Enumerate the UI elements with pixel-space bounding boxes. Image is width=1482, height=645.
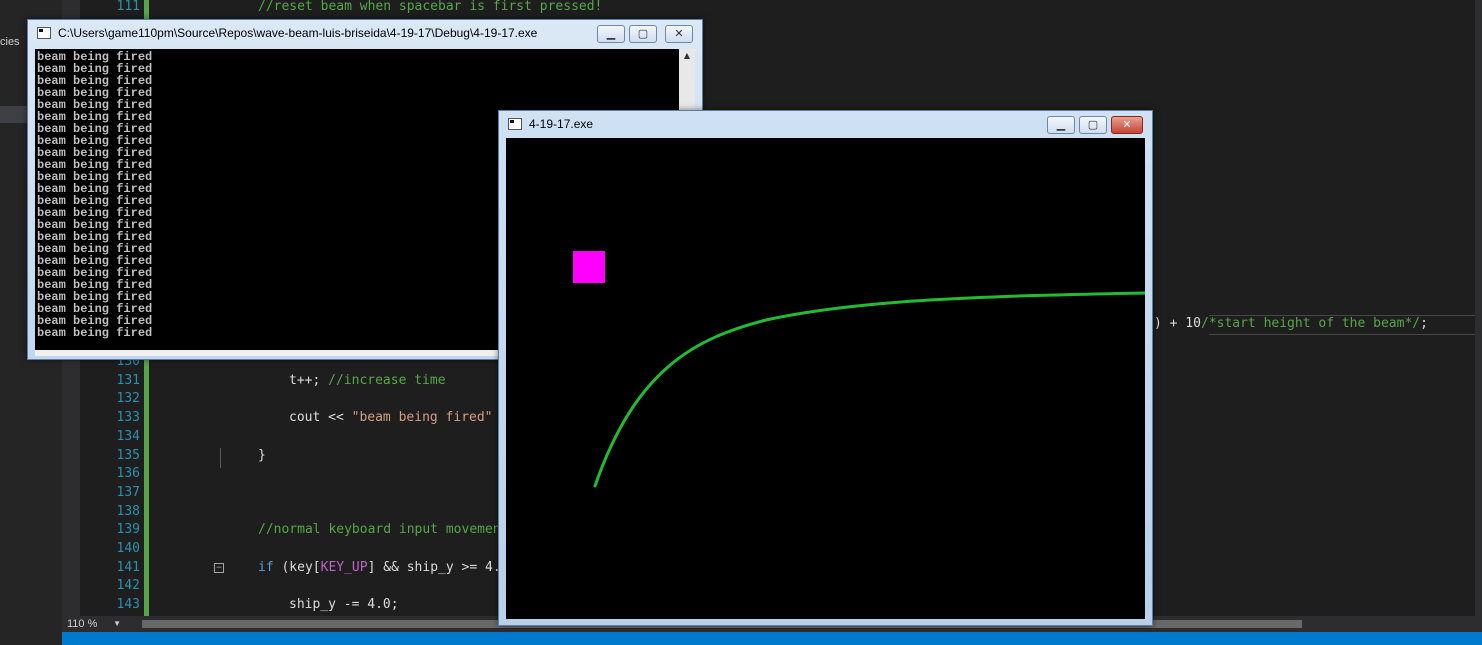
- status-bar: [62, 632, 1482, 645]
- code-line-141[interactable]: if (key[KEY_UP] && ship_y >= 4.: [258, 560, 501, 576]
- zoom-level-value: 110 %: [67, 618, 98, 630]
- close-button[interactable]: ✕: [665, 25, 693, 43]
- minimize-icon: ▁: [606, 27, 616, 40]
- solution-explorer-label: cies: [0, 36, 20, 48]
- maximize-icon: ▢: [1087, 118, 1099, 131]
- close-icon: ✕: [1122, 118, 1132, 131]
- code-token: (key[: [273, 560, 321, 575]
- code-line-143[interactable]: ship_y -= 4.0;: [289, 597, 399, 613]
- maximize-button[interactable]: ▢: [629, 25, 657, 43]
- minimize-button[interactable]: ▁: [597, 25, 625, 43]
- line-number: 131: [116, 373, 140, 388]
- minimize-icon: ▁: [1056, 118, 1066, 131]
- solution-explorer-selected-item[interactable]: [0, 106, 28, 123]
- line-number: 143: [116, 597, 140, 612]
- game-window-title: 4-19-17.exe: [529, 117, 594, 131]
- code-token: ;: [1420, 316, 1428, 331]
- line-number: 136: [116, 466, 140, 481]
- console-output-lines: beam being fired beam being fired beam bei…: [37, 51, 152, 339]
- code-line-133[interactable]: cout << "beam being fired": [289, 410, 493, 426]
- line-number: 140: [116, 541, 140, 556]
- code-keyword: if: [258, 560, 274, 575]
- console-titlebar[interactable]: C:\Users\game110pm\Source\Repos\wave-bea…: [28, 20, 702, 46]
- line-number: 134: [116, 429, 140, 444]
- line-number: 135: [116, 448, 140, 463]
- close-icon: ✕: [674, 27, 684, 40]
- code-line-135[interactable]: }: [258, 448, 266, 464]
- code-token: t++;: [289, 373, 329, 388]
- code-token: ) + 10: [1154, 316, 1201, 331]
- code-string: "beam being fired": [351, 410, 493, 425]
- editor-vertical-scrollbar[interactable]: [1475, 0, 1482, 616]
- game-window[interactable]: 4-19-17.exe ▁ ▢ ✕: [498, 110, 1153, 626]
- code-line-129-tail[interactable]: ) + 10/*start height of the beam*/;: [1154, 316, 1428, 332]
- line-number: 141: [116, 560, 140, 575]
- line-number: 139: [116, 522, 140, 537]
- line-number: 137: [116, 485, 140, 500]
- line-number: 133: [116, 410, 140, 425]
- scope-guide-line: [220, 448, 221, 468]
- code-comment: /*start height of the beam*/: [1200, 316, 1421, 331]
- wave-beam-path: [593, 291, 1145, 488]
- minimize-button[interactable]: ▁: [1047, 116, 1075, 134]
- game-canvas[interactable]: [506, 138, 1145, 619]
- maximize-button[interactable]: ▢: [1079, 116, 1107, 134]
- code-token: cout <<: [289, 410, 352, 425]
- code-token: ] && ship_y >= 4.: [367, 560, 501, 575]
- chevron-down-icon: ▼: [113, 619, 121, 628]
- line-number: 111: [116, 0, 140, 14]
- scroll-up-arrow-icon[interactable]: ▲: [679, 51, 695, 60]
- maximize-icon: ▢: [637, 27, 649, 40]
- code-macro: KEY_UP: [320, 560, 368, 575]
- zoom-level-dropdown[interactable]: 110 % ▼: [64, 617, 125, 631]
- console-output-line: beam being fired: [37, 326, 153, 340]
- line-number: 132: [116, 391, 140, 406]
- wave-beam: [593, 291, 1145, 488]
- line-number: 142: [116, 578, 140, 593]
- game-app-icon: [508, 118, 522, 130]
- console-window-title: C:\Users\game110pm\Source\Repos\wave-bea…: [58, 26, 538, 40]
- close-button[interactable]: ✕: [1111, 116, 1143, 134]
- code-line-139[interactable]: //normal keyboard input movemen: [258, 522, 501, 538]
- code-line-131[interactable]: t++; //increase time: [289, 373, 446, 389]
- game-titlebar[interactable]: 4-19-17.exe ▁ ▢ ✕: [499, 111, 1152, 137]
- collapse-region-button[interactable]: −: [214, 563, 224, 573]
- console-app-icon: [37, 27, 51, 39]
- line-number: 138: [116, 504, 140, 519]
- code-comment: //increase time: [328, 373, 446, 388]
- code-line-111[interactable]: //reset beam when spacebar is first pres…: [258, 0, 602, 15]
